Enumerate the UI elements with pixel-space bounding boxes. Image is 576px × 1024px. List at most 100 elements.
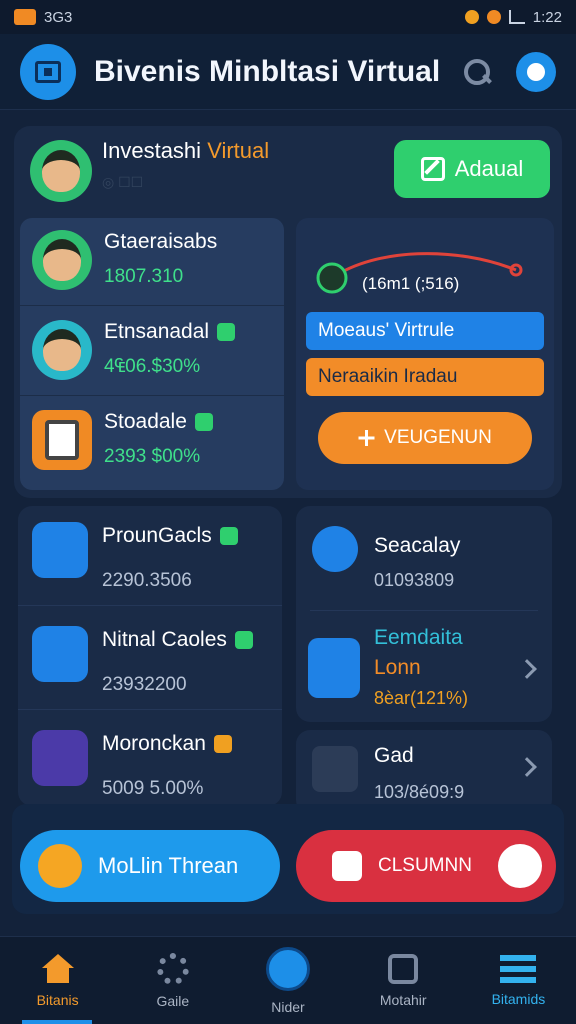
list-item[interactable]: Moronckan 5009 5.00% (18, 714, 282, 814)
list-item-value: 2393 $00% (104, 446, 201, 467)
summary-name: Seacalay (374, 534, 461, 557)
list-item-value: 1807.310 (104, 266, 184, 287)
virtual-panel: (16m1 (;516) Moeaus' Virtrule Neraaikin … (296, 218, 554, 490)
list-item-name-text: Moronckan (102, 732, 206, 755)
summary-name: Gad (374, 744, 414, 767)
carrier-text: 3G3 (44, 8, 73, 26)
nav-home[interactable]: Bitanis (0, 937, 115, 1024)
hero-card: Investashi Virtual ◎ ☐☐ Adaual Gtaeraisa… (14, 126, 562, 498)
hero-subtitle: ◎ ☐☐ (102, 174, 144, 190)
list-item-name: Nitnal Caoles (102, 628, 253, 652)
badge-icon (217, 323, 236, 342)
portfolio-list: ProunGacls 2290.3506 Nitnal Caoles 23932… (18, 506, 282, 806)
list-item-value: 23932200 (102, 674, 187, 695)
badge-icon (234, 631, 253, 650)
summary-subname: Lonn (374, 656, 421, 679)
vengenun-label: VEUGENUN (384, 427, 492, 448)
summary-card: Seacalay 01093809 Eemdaita Lonn 8èar(121… (296, 506, 552, 722)
investor-list: Gtaeraisabs 1807.310 Etnsanadal 4₠06.$30… (20, 218, 284, 490)
nav-label: Bitamids (491, 990, 546, 1007)
tablet-icon (32, 410, 92, 470)
hero-title: Investashi Virtual (102, 138, 269, 164)
signal-icon (508, 10, 525, 24)
list-icon (332, 851, 362, 881)
profile-icon[interactable] (516, 51, 556, 92)
badge-icon (194, 413, 213, 432)
mobile-thread-button[interactable]: MoLlin Threan (20, 830, 280, 902)
list-item-name-text: Stoadale (104, 410, 187, 433)
home-icon (40, 953, 76, 984)
nav-rider[interactable]: Nider (230, 937, 345, 1024)
avatar (32, 230, 92, 290)
list-item[interactable]: Nitnal Caoles 23932200 (18, 610, 282, 710)
app-title: Bivenis Minbltasi Virtual (94, 54, 441, 88)
document-icon (32, 730, 88, 786)
summary-name: Eemdaita (374, 626, 463, 649)
report-icon (312, 746, 358, 792)
list-item[interactable]: Stoadale 2393 $00% (20, 398, 284, 486)
virtual-bar[interactable]: Moeaus' Virtrule (306, 312, 544, 350)
list-item-name: Etnsanadal (104, 320, 236, 344)
status-left: 3G3 (14, 9, 72, 26)
notification-icon (14, 9, 36, 25)
nav-label: Motahir (379, 991, 427, 1008)
search-icon[interactable] (460, 55, 494, 89)
nav-settings[interactable]: Gaile (115, 937, 230, 1024)
trend-curve (316, 252, 523, 294)
chevron-right-icon[interactable] (517, 757, 537, 777)
layers-icon (500, 954, 537, 983)
avatar (30, 140, 92, 202)
list-item-name-text: Nitnal Caoles (102, 628, 227, 651)
nav-label: Gaile (156, 992, 190, 1009)
status-right: 1:22 (464, 8, 562, 26)
list-item-name: Stoadale (104, 410, 213, 434)
chart-icon (32, 626, 88, 682)
list-item[interactable]: Etnsanadal 4₠06.$30% (20, 308, 284, 396)
spark-icon (358, 430, 374, 446)
bottom-nav: Bitanis Gaile Nider Motahir Bitamids (0, 936, 576, 1024)
nav-layers[interactable]: Bitamids (461, 937, 576, 1024)
nav-label: Nider (271, 998, 305, 1015)
app-logo-icon[interactable] (20, 43, 76, 100)
nav-monitor[interactable]: Motahir (346, 937, 461, 1024)
column-button[interactable]: CLSUMNN (296, 830, 556, 902)
monitor-icon (388, 953, 419, 984)
list-item[interactable]: Gtaeraisabs 1807.310 (20, 218, 284, 306)
summary-value: 8èar(121%) (374, 688, 469, 708)
summary-value: 103/8é09:9 (374, 782, 465, 802)
badge-icon (213, 735, 232, 754)
list-item-name: Moronckan (102, 732, 232, 756)
avatar (32, 320, 92, 380)
column-label: CLSUMNN (378, 855, 472, 876)
list-item[interactable]: ProunGacls 2290.3506 (18, 506, 282, 606)
sync-icon (312, 526, 358, 572)
pin-icon (498, 844, 542, 888)
wallet-icon (308, 638, 360, 698)
trade-bar[interactable]: Neraaikin Iradau (306, 358, 544, 396)
list-item-name-text: ProunGacls (102, 524, 212, 547)
hero-title-accent: Virtual (207, 138, 270, 163)
summary-card[interactable]: Gad 103/8é09:9 (296, 730, 552, 814)
vengenun-button[interactable]: VEUGENUN (318, 412, 532, 464)
list-item-name: ProunGacls (102, 524, 238, 548)
status-bar: 3G3 1:22 (0, 0, 576, 34)
curve-label: (16m1 (;516) (362, 274, 460, 293)
ball-icon (38, 844, 82, 888)
edit-icon (420, 157, 445, 181)
summary-value: 01093809 (374, 570, 455, 590)
add-button[interactable]: Adaual (394, 140, 550, 198)
chevron-right-icon[interactable] (517, 659, 537, 679)
app-header: Bivenis Minbltasi Virtual (0, 34, 576, 110)
list-item-name: Gtaeraisabs (104, 230, 218, 253)
add-button-label: Adaual (454, 156, 524, 181)
nav-label: Bitanis (36, 991, 79, 1008)
server-icon (32, 522, 88, 578)
rider-icon (266, 946, 310, 991)
status-time: 1:22 (532, 8, 562, 26)
list-item-value: 4₠06.$30% (104, 356, 201, 377)
app-badge-icon (486, 10, 501, 24)
list-item-value: 5009 5.00% (102, 778, 204, 799)
badge-icon (219, 527, 238, 546)
hero-title-main: Investashi (102, 138, 202, 163)
app-badge-icon (464, 10, 479, 24)
